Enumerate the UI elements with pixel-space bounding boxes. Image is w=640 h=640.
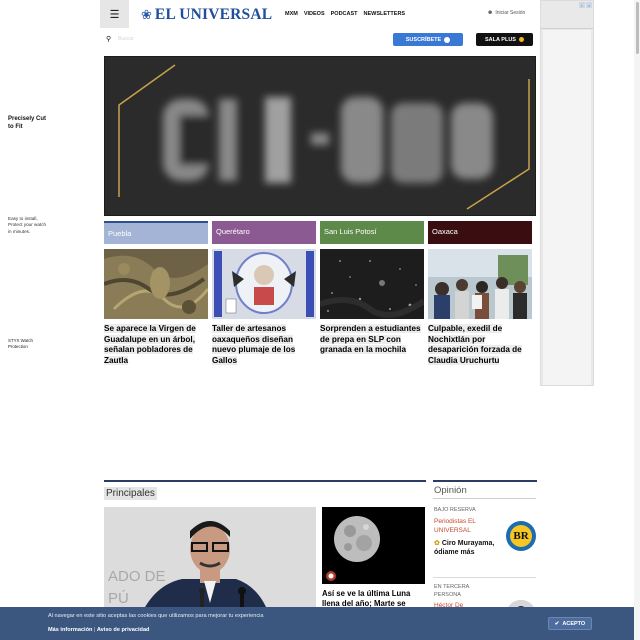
subscribe-button[interactable]: SUSCRÍBETE bbox=[393, 33, 463, 46]
login-link[interactable]: ☻ Iniciar Sesión bbox=[487, 10, 525, 16]
opinion-section-en-tercera-persona: EN TERCERA PERSONA bbox=[434, 584, 470, 598]
region-headline-puebla[interactable]: Se aparece la Virgen de Guadalupe en un … bbox=[104, 324, 208, 366]
ad-body: Easy to install, Protect your watch in m… bbox=[8, 216, 47, 234]
link-separator: | bbox=[94, 627, 96, 633]
opinion-heading: Opinión bbox=[434, 485, 467, 496]
search-icon[interactable]: ⚲ bbox=[106, 35, 111, 43]
region-tab-puebla[interactable]: Puebla bbox=[104, 221, 208, 244]
opinion-divider bbox=[433, 480, 537, 482]
more-info-link[interactable]: Más información bbox=[48, 627, 92, 633]
ad-info-icon[interactable]: i bbox=[579, 2, 585, 8]
region-headline-text: Sorprenden a estudiantes de prepa en SLP… bbox=[320, 324, 421, 354]
region-tab-oaxaca[interactable]: Oaxaca bbox=[428, 221, 532, 244]
ad-rail[interactable]: i × bbox=[540, 0, 594, 386]
subscribe-label: SUSCRÍBETE bbox=[405, 36, 442, 43]
menu-button[interactable]: ☰ bbox=[100, 0, 129, 28]
privacy-notice-link[interactable]: Aviso de privacidad bbox=[97, 627, 150, 633]
ad-brand: STYX Watch Protection bbox=[8, 338, 33, 350]
accept-label: ACEPTO bbox=[562, 620, 586, 627]
bajo-reserva-logo-text: BR bbox=[510, 525, 532, 547]
site-logo[interactable]: ❀ EL UNIVERSAL bbox=[141, 6, 272, 24]
region-headline-text: Se aparece la Virgen de Guadalupe en un … bbox=[104, 324, 196, 365]
nav-newsletters[interactable]: NEWSLETTERS bbox=[364, 11, 406, 17]
region-image-san-luis-potosi[interactable] bbox=[320, 249, 424, 319]
region-headline-queretaro[interactable]: Taller de artesanos oaxaqueños diseñan n… bbox=[212, 324, 316, 366]
hero-graphic bbox=[118, 64, 530, 210]
opinion-headline[interactable]: ✿ Ciro Murayama, ódiame más bbox=[434, 539, 504, 557]
cookie-links: Más información | Aviso de privacidad bbox=[48, 627, 149, 633]
scrollbar-thumb[interactable] bbox=[636, 2, 639, 54]
nav-podcast[interactable]: PODCAST bbox=[331, 11, 358, 17]
eagle-logo-icon: ❀ bbox=[141, 7, 152, 22]
ad-panel bbox=[543, 30, 591, 385]
search-input[interactable] bbox=[118, 33, 208, 45]
region-tab-san-luis-potosi[interactable]: San Luis Potosí bbox=[320, 221, 424, 244]
subscribe-badge-icon bbox=[444, 36, 451, 43]
nav-videos[interactable]: VIDEOS bbox=[304, 11, 325, 17]
opinion-author[interactable]: Periodistas EL UNIVERSAL bbox=[434, 518, 500, 536]
svg-text:ADO DE: ADO DE bbox=[108, 568, 166, 585]
opinion-section-bajo-reserva: BAJO RESERVA bbox=[434, 507, 476, 513]
hero-banner[interactable] bbox=[104, 56, 536, 216]
cookie-banner bbox=[0, 607, 634, 640]
login-label: Iniciar Sesión bbox=[495, 10, 526, 16]
region-headline-san-luis-potosi[interactable]: Sorprenden a estudiantes de prepa en SLP… bbox=[320, 324, 424, 356]
region-tab-queretaro[interactable]: Querétaro bbox=[212, 221, 316, 244]
page: ☰ ❀ EL UNIVERSAL MXM VIDEOS PODCAST NEWS… bbox=[0, 0, 640, 640]
nav-mxm[interactable]: MXM bbox=[285, 11, 298, 17]
sun-icon: ✿ bbox=[434, 540, 440, 547]
ad-title[interactable]: Precisely Cut to Fit bbox=[8, 115, 52, 131]
hamburger-icon: ☰ bbox=[109, 8, 120, 21]
user-icon: ☻ bbox=[487, 10, 494, 16]
main-story-image[interactable]: ADO DE PÚ bbox=[104, 507, 316, 617]
region-headline-oaxaca[interactable]: Culpable, exedil de Nochixtlán por desap… bbox=[428, 324, 532, 366]
region-image-puebla[interactable] bbox=[104, 249, 208, 319]
opinion-headline-text: Ciro Murayama, ódiame más bbox=[434, 540, 495, 557]
ad-divider bbox=[541, 28, 593, 29]
accept-cookies-button[interactable]: ✔ ACEPTO bbox=[548, 617, 592, 630]
sala-plus-button[interactable]: SALA PLUS bbox=[476, 33, 533, 46]
opinion-item-divider bbox=[433, 577, 536, 578]
sala-plus-label: SALA PLUS bbox=[485, 36, 516, 43]
top-nav: MXM VIDEOS PODCAST NEWSLETTERS bbox=[285, 11, 405, 17]
ad-close-icon[interactable]: × bbox=[586, 2, 592, 8]
check-icon: ✔ bbox=[554, 620, 560, 627]
region-headline-text: Culpable, exedil de Nochixtlán por desap… bbox=[428, 324, 522, 365]
region-image-oaxaca[interactable] bbox=[428, 249, 532, 319]
region-headline-text: Taller de artesanos oaxaqueños diseñan n… bbox=[212, 324, 296, 365]
bajo-reserva-logo[interactable]: BR bbox=[506, 521, 536, 551]
scrollbar[interactable] bbox=[634, 0, 640, 640]
opinion-rule bbox=[433, 498, 536, 499]
ad-controls: i × bbox=[579, 2, 592, 8]
sala-plus-badge-icon bbox=[518, 37, 524, 42]
moon-story-image[interactable] bbox=[322, 507, 425, 584]
cookie-message: Al navegar en este sitio aceptas las coo… bbox=[48, 613, 264, 619]
principales-heading: Principales bbox=[104, 487, 157, 500]
svg-text:PÚ: PÚ bbox=[108, 590, 129, 607]
region-image-queretaro[interactable] bbox=[212, 249, 316, 319]
logo-text: EL UNIVERSAL bbox=[154, 6, 273, 23]
principales-divider bbox=[104, 480, 426, 482]
